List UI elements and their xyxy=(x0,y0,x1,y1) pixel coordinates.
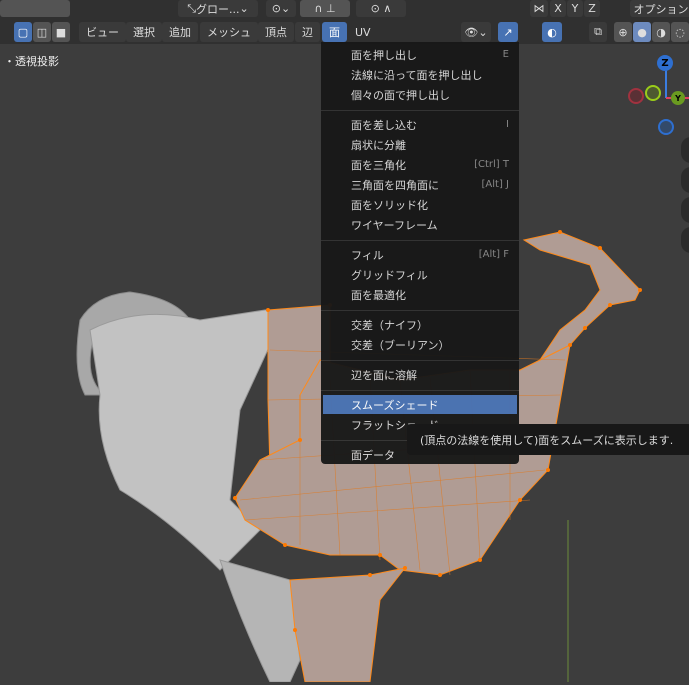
menu-item-label: 面を押し出し xyxy=(351,48,417,62)
material-shading-icon[interactable]: ◑ xyxy=(652,22,670,42)
menu-item[interactable]: フィル [Alt] F xyxy=(321,245,519,264)
menu-item-label: 三角面を四角面に xyxy=(351,178,439,192)
face-select-icon[interactable]: ■ xyxy=(52,22,70,42)
snap-toggle[interactable]: ∩ ⊥ xyxy=(300,0,350,17)
edge-select-icon[interactable]: ◫ xyxy=(33,22,51,42)
gizmo-neg-y[interactable] xyxy=(645,85,661,101)
menu-item[interactable]: 三角面を四角面に [Alt] J xyxy=(321,175,519,194)
menu-item[interactable]: 交差（ナイフ） xyxy=(321,315,519,334)
pan-button[interactable] xyxy=(681,167,689,193)
solid-shading-icon[interactable]: ● xyxy=(633,22,651,42)
menu-item-label: 辺を面に溶解 xyxy=(351,368,417,382)
transform-orientation-icon: ⤡ xyxy=(187,1,197,15)
menu-separator xyxy=(321,310,519,311)
menu-vertex[interactable]: 頂点 xyxy=(258,22,294,42)
menu-item-label: 個々の面で押し出し xyxy=(351,88,450,102)
options-dropdown[interactable]: オプション xyxy=(630,0,689,17)
menu-item[interactable]: 辺を面に溶解 xyxy=(321,365,519,384)
menu-item-label: 面データ xyxy=(351,448,395,462)
overlay-toggle-icon[interactable]: ◐ xyxy=(542,22,562,42)
rendered-shading-icon[interactable]: ◌ xyxy=(671,22,689,42)
menu-item-label: 法線に沿って面を押し出し xyxy=(351,68,483,82)
orientation-dropdown[interactable]: ⤡ グロー... ⌄ xyxy=(178,0,258,17)
menu-view[interactable]: ビュー xyxy=(79,22,126,42)
menu-item-label: 交差（ナイフ） xyxy=(351,318,428,332)
menu-item[interactable]: 面を最適化 xyxy=(321,285,519,304)
menu-item-label: グリッドフィル xyxy=(351,268,428,282)
menu-item[interactable]: スムーズシェード xyxy=(323,395,517,414)
mirror-x[interactable]: X xyxy=(550,0,566,17)
menu-face[interactable]: 面 xyxy=(322,22,347,42)
menu-item-label: 面を最適化 xyxy=(351,288,406,302)
menu-item-label: 扇状に分離 xyxy=(351,138,406,152)
menu-item-label: ワイヤーフレーム xyxy=(351,218,438,232)
ortho-button[interactable] xyxy=(681,227,689,253)
mirror-icon[interactable]: ⋈ xyxy=(530,0,548,17)
menu-separator xyxy=(321,390,519,391)
header-top: ⤡ グロー... ⌄ ⊙⌄ ∩ ⊥ ⊙ ∧ ⋈ X Y Z オプション xyxy=(0,0,689,19)
proportional-edit[interactable]: ⊙ ∧ xyxy=(356,0,406,17)
face-menu: 面を押し出し E 法線に沿って面を押し出し 個々の面で押し出し 面を差し込む I 扇状に分離… xyxy=(321,42,519,464)
menu-separator xyxy=(321,110,519,111)
orientation-label: グロー... xyxy=(196,2,240,16)
menu-item[interactable]: ワイヤーフレーム xyxy=(321,215,519,234)
gizmo-toggle-icon[interactable]: ↗ xyxy=(498,22,518,42)
menu-item[interactable]: 面を三角化 [Ctrl] T xyxy=(321,155,519,174)
menu-item-label: 交差（ブーリアン） xyxy=(351,338,450,352)
zoom-button[interactable] xyxy=(681,137,689,163)
menu-item-shortcut: I xyxy=(506,119,509,130)
menu-uv[interactable]: UV xyxy=(348,22,378,42)
menu-item[interactable]: 扇状に分離 xyxy=(321,135,519,154)
menu-item[interactable]: 面を差し込む I xyxy=(321,115,519,134)
menu-item-label: 面をソリッド化 xyxy=(351,198,428,212)
xray-icon[interactable]: ⧉ xyxy=(589,22,607,42)
menu-item-label: スムーズシェード xyxy=(351,398,439,412)
gizmo-z[interactable]: Z xyxy=(657,55,673,71)
camera-button[interactable] xyxy=(681,197,689,223)
menu-item-label: フィル xyxy=(351,248,384,262)
menu-item-shortcut: [Alt] J xyxy=(481,179,509,190)
menu-edge[interactable]: 辺 xyxy=(295,22,320,42)
gizmo-y[interactable]: Y xyxy=(671,91,685,105)
gizmo-neg-x[interactable] xyxy=(628,88,644,104)
mirror-y[interactable]: Y xyxy=(567,0,583,17)
menu-item-shortcut: [Alt] F xyxy=(478,249,509,260)
viewport-projection-label: ・透視投影 xyxy=(4,55,59,68)
select-mode-icons[interactable] xyxy=(0,0,70,17)
wireframe-shading-icon[interactable]: ⊕ xyxy=(614,22,632,42)
gizmo-neg-z[interactable] xyxy=(658,119,674,135)
pivot-dropdown[interactable]: ⊙⌄ xyxy=(266,0,296,17)
tooltip: (頂点の法線を使用して)面をスムーズに表示します. xyxy=(407,424,689,455)
menu-item-shortcut: [Ctrl] T xyxy=(474,159,509,170)
menu-mesh[interactable]: メッシュ xyxy=(200,22,258,42)
menu-add[interactable]: 追加 xyxy=(162,22,198,42)
menu-item[interactable]: 法線に沿って面を押し出し xyxy=(321,65,519,84)
menu-item[interactable]: 面をソリッド化 xyxy=(321,195,519,214)
menu-item[interactable]: グリッドフィル xyxy=(321,265,519,284)
menu-item-label: 面を差し込む xyxy=(351,118,417,132)
menu-separator xyxy=(321,240,519,241)
menu-separator xyxy=(321,360,519,361)
visibility-dropdown[interactable]: 👁⌄ xyxy=(461,22,491,42)
vertex-select-icon[interactable]: ▢ xyxy=(14,22,32,42)
mirror-z[interactable]: Z xyxy=(584,0,600,17)
menu-item[interactable]: 個々の面で押し出し xyxy=(321,85,519,104)
menu-item[interactable]: 面を押し出し E xyxy=(321,45,519,64)
menu-item-shortcut: E xyxy=(502,49,509,60)
menu-item-label: 面を三角化 xyxy=(351,158,406,172)
menu-item[interactable]: 交差（ブーリアン） xyxy=(321,335,519,354)
menu-select[interactable]: 選択 xyxy=(126,22,162,42)
